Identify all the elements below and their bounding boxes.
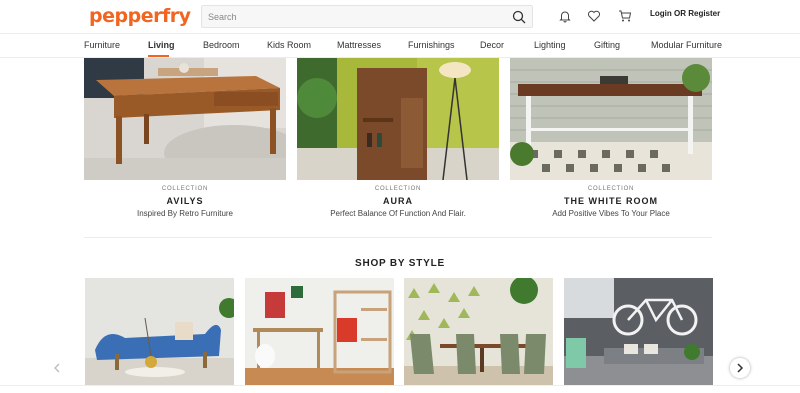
collection-image-avilys[interactable] <box>84 58 286 180</box>
style-tile-4[interactable] <box>564 278 713 385</box>
carousel-prev-button[interactable] <box>48 358 68 378</box>
collection-image-the-white-room[interactable] <box>510 58 712 180</box>
category-nav: Furniture Living Bedroom Kids Room Mattr… <box>0 33 800 58</box>
carousel-next-button[interactable] <box>730 358 750 378</box>
cart-icon[interactable] <box>618 9 632 23</box>
shop-by-style-heading: SHOP BY STYLE <box>354 258 446 269</box>
collection-title-avilys[interactable]: AVILYS <box>84 196 286 206</box>
nav-item-bedroom[interactable]: Bedroom <box>203 40 240 50</box>
nav-item-lighting[interactable]: Lighting <box>534 40 566 50</box>
search-icon[interactable] <box>512 10 526 24</box>
bottom-bar <box>0 385 800 393</box>
style-tile-2[interactable] <box>245 278 394 385</box>
nav-item-furnishings[interactable]: Furnishings <box>408 40 455 50</box>
nav-item-modular-furniture[interactable]: Modular Furniture <box>651 40 722 50</box>
nav-item-kids-room[interactable]: Kids Room <box>267 40 311 50</box>
collection-label: COLLECTION <box>161 186 209 192</box>
collection-subtitle: Add Positive Vibes To Your Place <box>552 209 670 218</box>
pepperfry-logo[interactable]: pepperfry <box>89 5 191 27</box>
collection-label: COLLECTION <box>374 186 422 192</box>
collection-image-aura[interactable] <box>297 58 499 180</box>
collection-label: COLLECTION <box>587 186 635 192</box>
nav-item-mattresses[interactable]: Mattresses <box>337 40 381 50</box>
style-tile-1[interactable] <box>85 278 234 385</box>
collection-title-the-white-room[interactable]: THE WHITE ROOM <box>510 196 712 206</box>
collection-subtitle: Perfect Balance Of Function And Flair. <box>330 209 466 218</box>
style-tile-3[interactable] <box>404 278 553 385</box>
nav-item-decor[interactable]: Decor <box>480 40 504 50</box>
nav-item-gifting[interactable]: Gifting <box>594 40 620 50</box>
collection-subtitle: Inspired By Retro Furniture <box>136 209 234 218</box>
nav-item-furniture[interactable]: Furniture <box>84 40 120 50</box>
bell-icon[interactable] <box>558 9 572 23</box>
header: pepperfry Login OR Register <box>0 0 800 33</box>
search-input[interactable] <box>208 9 508 25</box>
login-register-link[interactable]: Login OR Register <box>650 9 720 18</box>
search-box <box>201 5 533 28</box>
heart-icon[interactable] <box>587 9 601 23</box>
collection-title-aura[interactable]: AURA <box>297 196 499 206</box>
nav-item-living[interactable]: Living <box>148 40 175 50</box>
section-divider <box>84 237 712 238</box>
active-nav-indicator <box>148 55 169 57</box>
